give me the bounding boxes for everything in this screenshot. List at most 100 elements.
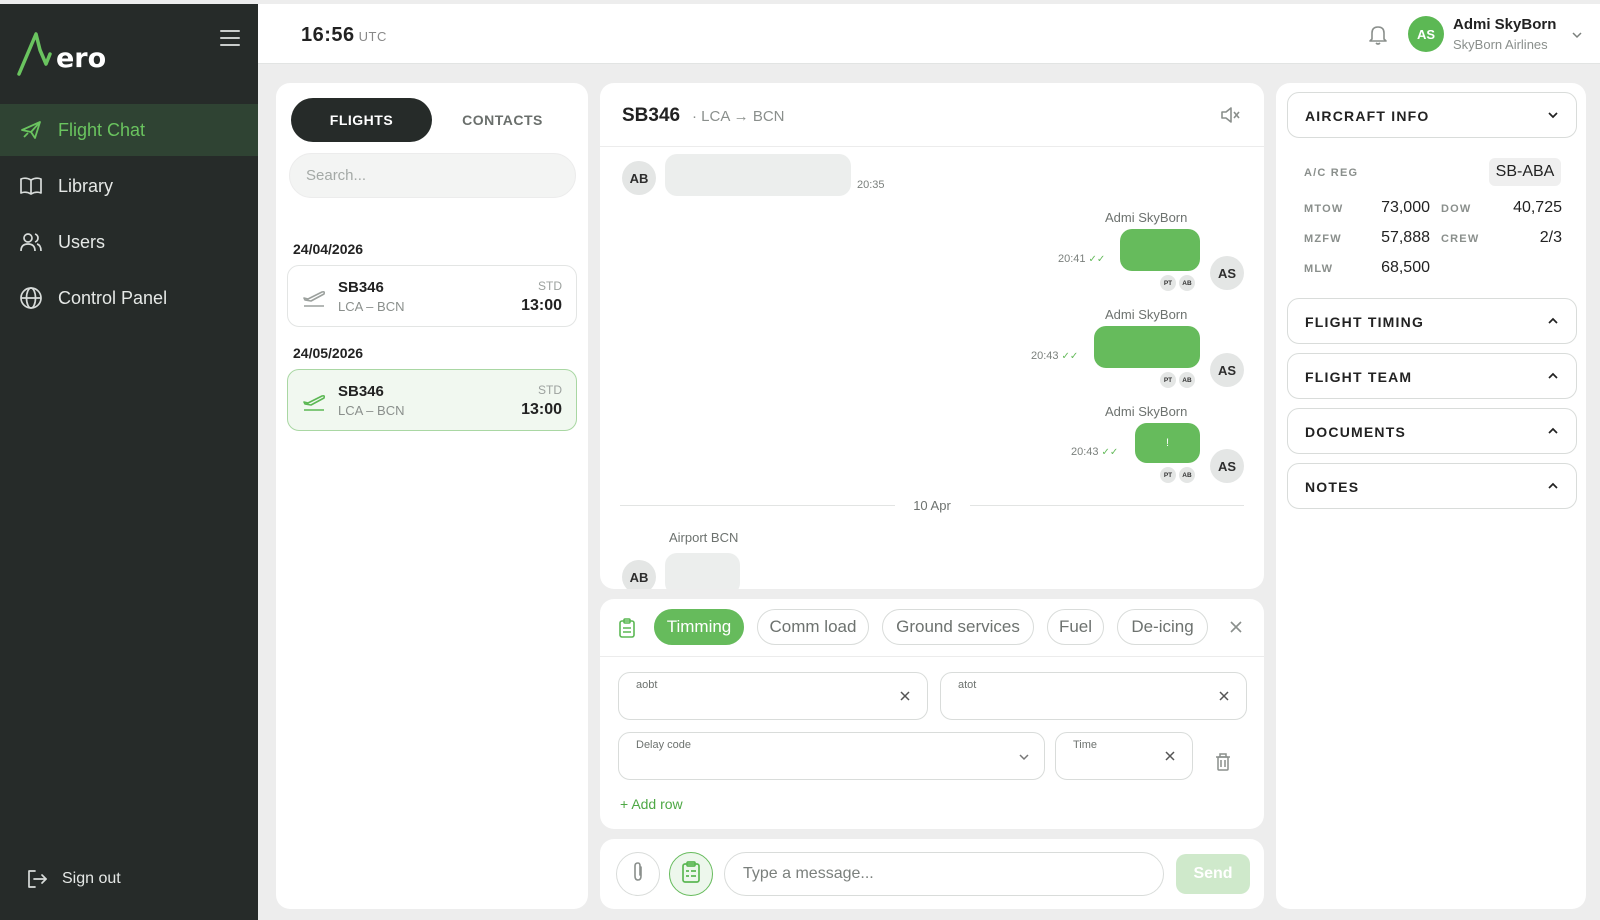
message-time-text: 20:43 — [1031, 350, 1059, 362]
clear-icon[interactable] — [1216, 688, 1232, 704]
mlw-label: MLW — [1304, 263, 1334, 275]
clock-timezone: UTC — [358, 29, 387, 44]
message-bubble[interactable] — [665, 553, 740, 589]
sidebar-item-library[interactable]: Library — [0, 160, 258, 212]
message-time: 20:41 ✓✓ — [1058, 253, 1105, 265]
read-receipt-avatar: PT — [1160, 467, 1176, 483]
menu-toggle-button[interactable] — [220, 30, 240, 48]
read-ticks-icon: ✓✓ — [1061, 350, 1079, 362]
sidebar-item-label: Users — [58, 231, 106, 252]
flight-form-panel: Timming Comm load Ground services Fuel D… — [600, 599, 1264, 829]
form-tabs: Timming Comm load Ground services Fuel D… — [600, 599, 1264, 657]
notes-accordion[interactable]: NOTES — [1287, 463, 1577, 509]
tab-de-icing[interactable]: De-icing — [1117, 609, 1208, 645]
mlw-value: 68,500 — [1381, 259, 1430, 276]
sidebar-nav: Flight Chat Library Users Control Panel — [0, 104, 258, 328]
flight-team-accordion[interactable]: FLIGHT TEAM — [1287, 353, 1577, 399]
accordion-title: AIRCRAFT INFO — [1305, 108, 1430, 124]
sign-out-label: Sign out — [62, 870, 121, 887]
ac-reg-value: SB-ABA — [1489, 158, 1561, 186]
std-time: 13:00 — [521, 297, 562, 314]
tab-flights[interactable]: FLIGHTS — [291, 98, 432, 142]
tab-contacts[interactable]: CONTACTS — [432, 98, 573, 142]
read-ticks-icon: ✓✓ — [1101, 446, 1119, 458]
message-text: ! — [1165, 437, 1170, 449]
mzfw-value: 57,888 — [1381, 229, 1430, 246]
flight-card[interactable]: SB346 LCA – BCN STD 13:00 — [287, 265, 577, 327]
flight-search[interactable] — [289, 153, 576, 198]
sender-name: Airport BCN — [669, 530, 739, 545]
date-separator: 10 Apr — [620, 498, 1244, 513]
sidebar-item-label: Control Panel — [58, 287, 168, 308]
trash-icon[interactable] — [1214, 752, 1232, 772]
flight-card-selected[interactable]: SB346 LCA – BCN STD 13:00 — [287, 369, 577, 431]
tab-ground-services[interactable]: Ground services — [882, 609, 1034, 645]
message-list[interactable]: AB 20:35 Admi SkyBorn 20:41 ✓✓ PT AB AS A… — [600, 148, 1264, 589]
atot-field[interactable]: atot — [940, 672, 1247, 720]
mzfw-label: MZFW — [1304, 233, 1342, 245]
user-name[interactable]: Admi SkyBorn — [1453, 16, 1556, 33]
message-bubble[interactable] — [1120, 229, 1200, 271]
read-receipt-avatar: PT — [1160, 275, 1176, 291]
tab-fuel[interactable]: Fuel — [1047, 609, 1104, 645]
aobt-field[interactable]: aobt — [618, 672, 928, 720]
sender-avatar: AS — [1210, 449, 1244, 483]
message-input-wrapper[interactable] — [724, 852, 1164, 896]
date-separator-label: 10 Apr — [895, 498, 969, 513]
std-time: 13:00 — [521, 401, 562, 418]
message-input[interactable] — [743, 865, 1163, 883]
form-toggle-button[interactable] — [669, 852, 713, 896]
add-row-button[interactable]: + Add row — [620, 796, 683, 812]
tab-timming[interactable]: Timming — [654, 609, 744, 645]
field-label: atot — [958, 679, 977, 691]
chevron-down-icon[interactable] — [1570, 28, 1584, 42]
aircraft-info-accordion[interactable]: AIRCRAFT INFO — [1287, 92, 1577, 138]
close-icon[interactable] — [1226, 617, 1246, 637]
chat-flight-number: SB346 — [622, 105, 681, 126]
user-avatar[interactable]: AS — [1408, 16, 1444, 52]
mtow-label: MTOW — [1304, 203, 1344, 215]
logo-mark-icon — [17, 32, 52, 76]
message-bubble[interactable] — [665, 154, 851, 196]
notifications-bell-icon[interactable] — [1367, 24, 1389, 46]
mute-icon[interactable] — [1219, 104, 1241, 126]
sender-avatar: AS — [1210, 256, 1244, 290]
clear-icon[interactable] — [1162, 748, 1178, 764]
message-bubble[interactable]: ! — [1135, 423, 1200, 463]
plus-icon: + — [620, 796, 629, 812]
accordion-title: NOTES — [1305, 479, 1360, 495]
sidebar-item-flight-chat[interactable]: Flight Chat — [0, 104, 258, 156]
read-receipt-avatar: AB — [1179, 275, 1195, 291]
send-button[interactable]: Send — [1176, 854, 1250, 894]
attach-button[interactable] — [616, 852, 660, 896]
flight-number: SB346 — [338, 383, 384, 400]
flight-timing-accordion[interactable]: FLIGHT TIMING — [1287, 298, 1577, 344]
sender-avatar: AB — [622, 560, 656, 589]
app-logo[interactable]: ero — [16, 26, 106, 76]
flights-contacts-tabs: FLIGHTS CONTACTS — [291, 98, 573, 142]
documents-accordion[interactable]: DOCUMENTS — [1287, 408, 1577, 454]
date-group-label: 24/04/2026 — [293, 241, 364, 257]
delay-time-field[interactable]: Time — [1055, 732, 1193, 780]
search-input[interactable] — [306, 167, 575, 184]
delay-code-select[interactable]: Delay code — [618, 732, 1045, 780]
crew-value: 2/3 — [1539, 229, 1562, 246]
plane-icon — [18, 117, 44, 143]
chat-panel: SB346 · LCA → BCN AB 20:35 Admi SkyBorn … — [600, 83, 1264, 589]
read-receipt-avatar: PT — [1160, 372, 1176, 388]
sidebar-item-control-panel[interactable]: Control Panel — [0, 272, 258, 324]
utc-clock: 16:56 UTC — [301, 24, 387, 47]
sign-out-button[interactable]: Sign out — [26, 868, 121, 890]
sender-avatar: AB — [622, 161, 656, 195]
message-time: 20:35 — [857, 179, 885, 191]
sidebar-item-label: Flight Chat — [58, 119, 146, 140]
std-label: STD — [538, 279, 562, 293]
sidebar-item-users[interactable]: Users — [0, 216, 258, 268]
date-group-label: 24/05/2026 — [293, 345, 364, 361]
chevron-down-icon[interactable] — [1016, 749, 1032, 765]
clear-icon[interactable] — [897, 688, 913, 704]
flight-details-panel: AIRCRAFT INFO A/C REG SB-ABA MTOW 73,000… — [1276, 83, 1586, 909]
tab-comm-load[interactable]: Comm load — [757, 609, 869, 645]
message-bubble[interactable] — [1094, 326, 1200, 368]
flight-route: LCA – BCN — [338, 299, 405, 314]
